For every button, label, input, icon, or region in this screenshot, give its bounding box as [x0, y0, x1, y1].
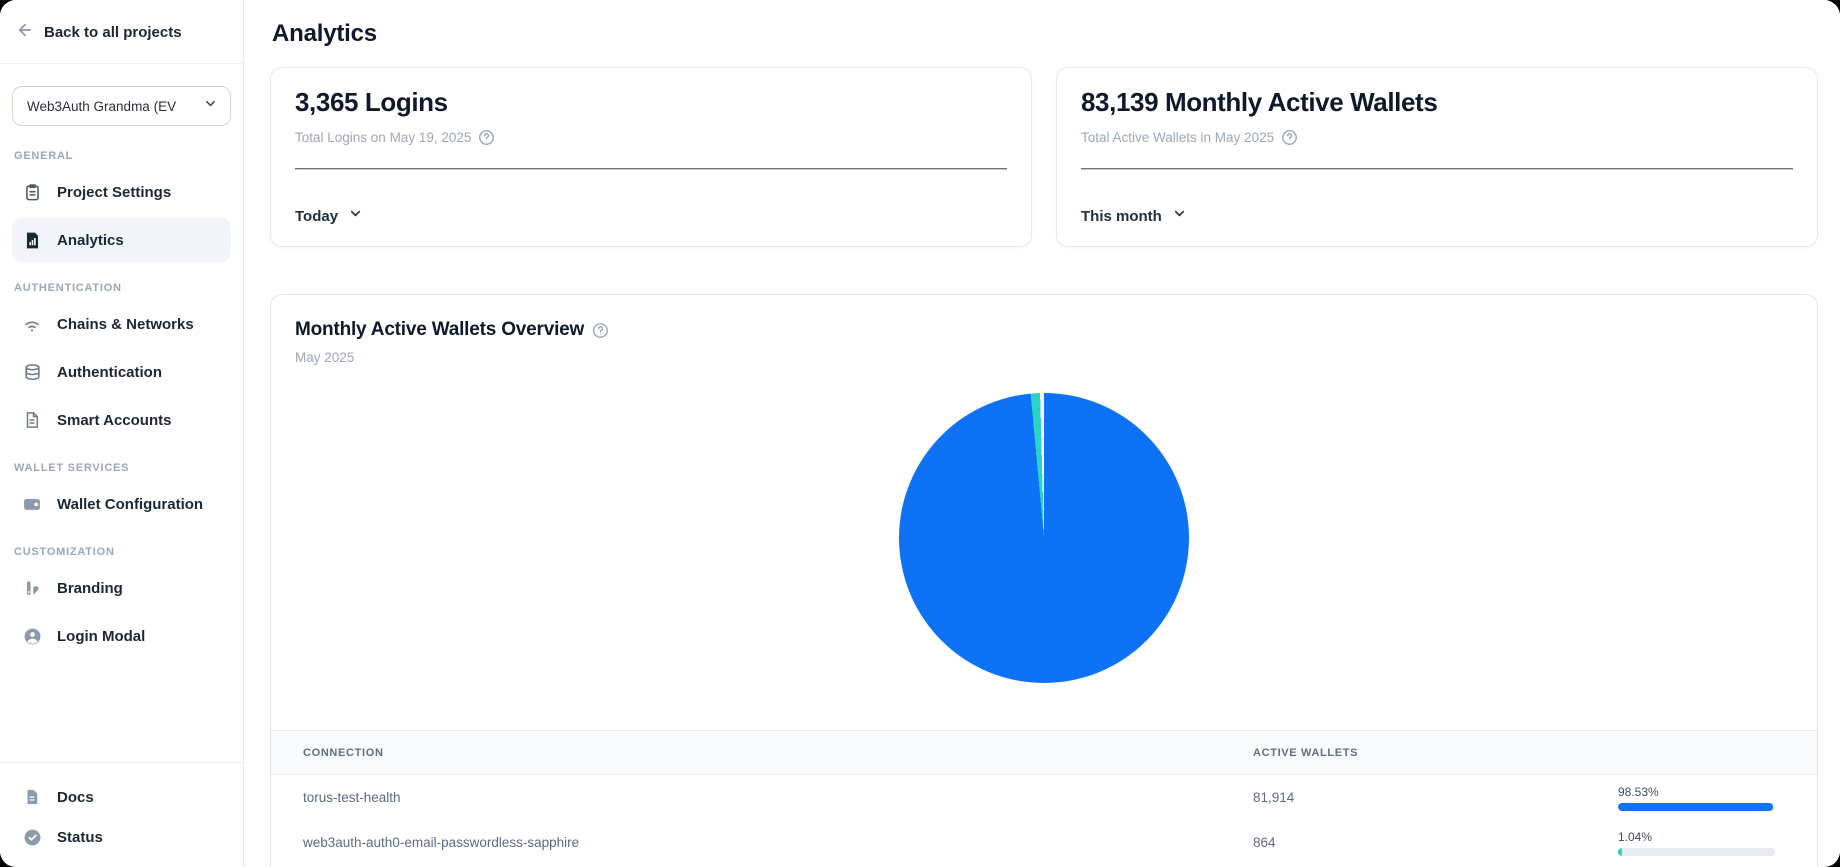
chevron-down-icon [203, 96, 218, 116]
stat-cards-row: 3,365 Logins Total Logins on May 19, 202… [270, 67, 1818, 247]
active-wallets-range-dropdown[interactable]: This month [1081, 206, 1187, 226]
logins-stat-card: 3,365 Logins Total Logins on May 19, 202… [270, 67, 1032, 247]
status-check-icon [22, 827, 42, 847]
app-window: Back to all projects Web3Auth Grandma (E… [0, 0, 1840, 867]
sidebar-item-project-settings[interactable]: Project Settings [12, 170, 231, 214]
table-row[interactable]: torus-test-health 81,914 98.53% [271, 775, 1817, 820]
percent-bar [1618, 848, 1775, 856]
chevron-down-icon [1172, 206, 1187, 226]
section-label-customization: CUSTOMIZATION [14, 546, 229, 558]
sidebar-item-authentication[interactable]: Authentication [12, 350, 231, 394]
chart-subtitle: May 2025 [295, 350, 1793, 365]
table-header-row: CONNECTION ACTIVE WALLETS [271, 730, 1817, 775]
logins-range-dropdown[interactable]: Today [295, 206, 363, 226]
active-wallets-stat-card: 83,139 Monthly Active Wallets Total Acti… [1056, 67, 1818, 247]
sidebar-item-label: Login Modal [57, 628, 145, 645]
section-label-authentication: AUTHENTICATION [14, 282, 229, 294]
back-to-projects-link[interactable]: Back to all projects [0, 0, 243, 64]
help-icon[interactable] [1281, 129, 1298, 146]
connections-table: CONNECTION ACTIVE WALLETS torus-test-hea… [271, 730, 1817, 867]
percent-label: 98.53% [1618, 785, 1796, 799]
connection-name: torus-test-health [271, 790, 1253, 805]
active-wallets-stat-title: 83,139 Monthly Active Wallets [1081, 87, 1793, 118]
connection-name: web3auth-auth0-email-passwordless-sapphi… [271, 835, 1253, 850]
user-circle-icon [22, 626, 42, 646]
chart-title: Monthly Active Wallets Overview [295, 319, 584, 341]
sidebar-item-label: Project Settings [57, 184, 171, 201]
arrow-left-icon [16, 21, 34, 44]
sidebar-item-label: Status [57, 829, 103, 846]
column-header-connection: CONNECTION [271, 747, 1253, 759]
logins-range-value: Today [295, 208, 338, 225]
sidebar-item-docs[interactable]: Docs [12, 777, 231, 817]
active-wallets-count: 864 [1253, 835, 1618, 850]
sidebar-item-label: Branding [57, 580, 123, 597]
active-wallets-stat-subtitle: Total Active Wallets in May 2025 [1081, 130, 1274, 145]
brush-icon [22, 578, 42, 598]
sidebar-item-status[interactable]: Status [12, 817, 231, 857]
active-wallets-pie-chart[interactable] [899, 393, 1189, 683]
sidebar-item-smart-accounts[interactable]: Smart Accounts [12, 398, 231, 442]
logins-chart-baseline [295, 168, 1007, 170]
sidebar-item-login-modal[interactable]: Login Modal [12, 614, 231, 658]
database-icon [22, 362, 42, 382]
active-wallets-count: 81,914 [1253, 790, 1618, 805]
sidebar-item-label: Chains & Networks [57, 316, 194, 333]
project-selector[interactable]: Web3Auth Grandma (EV [12, 86, 231, 126]
table-row[interactable]: web3auth-auth0-email-passwordless-sapphi… [271, 820, 1817, 865]
column-header-active-wallets: ACTIVE WALLETS [1253, 747, 1618, 759]
logins-stat-subtitle: Total Logins on May 19, 2025 [295, 130, 471, 145]
section-label-wallet-services: WALLET SERVICES [14, 462, 229, 474]
monthly-active-wallets-card: Monthly Active Wallets Overview May 2025… [270, 294, 1818, 867]
sidebar-item-analytics[interactable]: Analytics [12, 218, 231, 262]
project-selector-value: Web3Auth Grandma (EV [27, 99, 176, 114]
sidebar-item-branding[interactable]: Branding [12, 566, 231, 610]
chevron-down-icon [348, 206, 363, 226]
clipboard-icon [22, 182, 42, 202]
sidebar-item-label: Authentication [57, 364, 162, 381]
sidebar: Back to all projects Web3Auth Grandma (E… [0, 0, 244, 867]
back-to-projects-label: Back to all projects [44, 24, 182, 41]
sidebar-item-label: Docs [57, 789, 94, 806]
percent-bar [1618, 803, 1775, 811]
help-icon[interactable] [592, 322, 609, 339]
percent-label: 1.04% [1618, 830, 1796, 844]
wallet-icon [22, 494, 42, 514]
help-icon[interactable] [478, 129, 495, 146]
page-title: Analytics [272, 20, 1818, 48]
bar-chart-icon [22, 230, 42, 250]
docs-icon [22, 787, 42, 807]
sidebar-footer: Docs Status [0, 762, 243, 867]
main-content: Analytics 3,365 Logins Total Logins on M… [244, 0, 1840, 867]
active-wallets-range-value: This month [1081, 208, 1162, 225]
sidebar-item-label: Wallet Configuration [57, 496, 203, 513]
sidebar-item-wallet-configuration[interactable]: Wallet Configuration [12, 482, 231, 526]
logins-stat-title: 3,365 Logins [295, 87, 1007, 118]
network-icon [22, 314, 42, 334]
sidebar-item-label: Smart Accounts [57, 412, 171, 429]
active-wallets-chart-baseline [1081, 168, 1793, 170]
sidebar-item-label: Analytics [57, 232, 124, 249]
sidebar-spacer [0, 658, 243, 762]
section-label-general: GENERAL [14, 150, 229, 162]
sidebar-item-chains-networks[interactable]: Chains & Networks [12, 302, 231, 346]
file-icon [22, 410, 42, 430]
